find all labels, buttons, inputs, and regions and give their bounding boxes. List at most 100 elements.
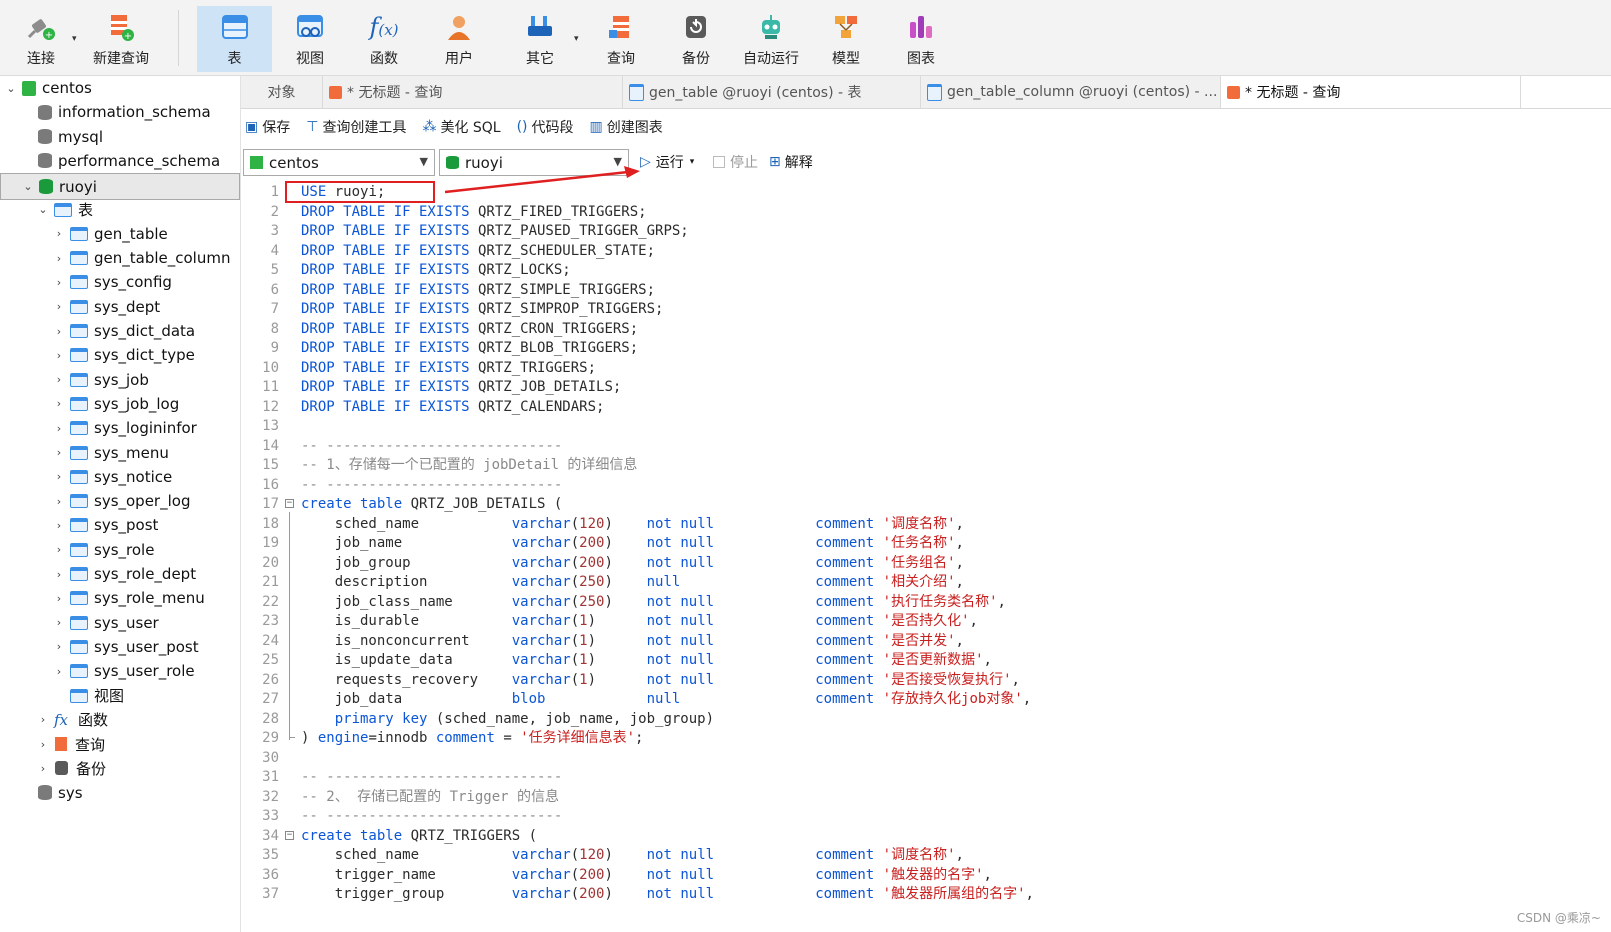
code-line[interactable]: 9 DROP TABLE IF EXISTS QRTZ_BLOB_TRIGGERS… bbox=[241, 339, 1611, 359]
code-line[interactable]: 4 DROP TABLE IF EXISTS QRTZ_SCHEDULER_STA… bbox=[241, 242, 1611, 262]
chevron-right-icon[interactable]: › bbox=[36, 738, 50, 751]
run-button[interactable]: ▷ 运行 ▾ bbox=[640, 152, 694, 172]
run-dropdown-icon[interactable]: ▾ bbox=[690, 157, 695, 167]
code-line[interactable]: 1 USE ruoyi; bbox=[241, 183, 1611, 203]
chevron-right-icon[interactable]: › bbox=[52, 446, 66, 459]
code-line[interactable]: 30 bbox=[241, 749, 1611, 769]
user-button[interactable]: 用户 bbox=[431, 6, 487, 72]
backup-button[interactable]: 备份 bbox=[668, 6, 724, 72]
code-line[interactable]: 19 job_name varchar(200) not null commen… bbox=[241, 534, 1611, 554]
explain-button[interactable]: ⊞ 解释 bbox=[769, 152, 813, 172]
code-line[interactable]: 22 job_class_name varchar(250) not null … bbox=[241, 593, 1611, 613]
chevron-right-icon[interactable]: › bbox=[52, 519, 66, 532]
code-line[interactable]: 3 DROP TABLE IF EXISTS QRTZ_PAUSED_TRIGGE… bbox=[241, 222, 1611, 242]
stop-button[interactable]: 停止 bbox=[713, 152, 758, 172]
view-button[interactable]: 视图 bbox=[282, 6, 338, 72]
table-button[interactable]: 表 bbox=[197, 6, 272, 72]
chevron-right-icon[interactable]: › bbox=[52, 397, 66, 410]
tree-table-sys-notice[interactable]: › sys_notice bbox=[0, 465, 240, 489]
chevron-right-icon[interactable]: › bbox=[52, 227, 66, 240]
chevron-right-icon[interactable]: › bbox=[52, 349, 66, 362]
chevron-down-icon[interactable]: ⌄ bbox=[4, 82, 18, 95]
code-line[interactable]: 2 DROP TABLE IF EXISTS QRTZ_FIRED_TRIGGER… bbox=[241, 203, 1611, 223]
fold-toggle-icon[interactable]: − bbox=[285, 499, 294, 508]
tree-table-sys-dict-type[interactable]: › sys_dict_type bbox=[0, 343, 240, 367]
tab-gen-table[interactable]: gen_table @ruoyi (centos) - 表 bbox=[623, 76, 921, 108]
code-line[interactable]: 25 is_update_data varchar(1) not null co… bbox=[241, 651, 1611, 671]
tree-table-sys-dept[interactable]: › sys_dept bbox=[0, 295, 240, 319]
other-dropdown-icon[interactable]: ▾ bbox=[574, 34, 579, 44]
code-line[interactable]: 24 is_nonconcurrent varchar(1) not null … bbox=[241, 632, 1611, 652]
code-line[interactable]: 12 DROP TABLE IF EXISTS QRTZ_CALENDARS; bbox=[241, 398, 1611, 418]
code-line[interactable]: 18 sched_name varchar(120) not null comm… bbox=[241, 515, 1611, 535]
chevron-right-icon[interactable]: › bbox=[52, 640, 66, 653]
tree-table-sys-user-post[interactable]: › sys_user_post bbox=[0, 635, 240, 659]
code-line[interactable]: 26 requests_recovery varchar(1) not null… bbox=[241, 671, 1611, 691]
chevron-right-icon[interactable]: › bbox=[36, 762, 50, 775]
chevron-down-icon[interactable]: ⌄ bbox=[21, 180, 35, 193]
connect-dropdown-icon[interactable]: ▾ bbox=[72, 34, 77, 44]
query-button[interactable]: 查询 bbox=[593, 6, 649, 72]
tree-table-gen-table[interactable]: › gen_table bbox=[0, 222, 240, 246]
chevron-right-icon[interactable]: › bbox=[36, 713, 50, 726]
code-line[interactable]: 15 -- 1、存储每一个已配置的 jobDetail 的详细信息 bbox=[241, 456, 1611, 476]
tree-table-sys-menu[interactable]: › sys_menu bbox=[0, 441, 240, 465]
beautify-sql-button[interactable]: ⁂ 美化 SQL bbox=[422, 117, 500, 137]
code-line[interactable]: 33 -- ---------------------------- bbox=[241, 807, 1611, 827]
code-snippet-button[interactable]: () 代码段 bbox=[517, 117, 574, 137]
chevron-right-icon[interactable]: › bbox=[52, 543, 66, 556]
tree-table-gen-table-column[interactable]: › gen_table_column bbox=[0, 246, 240, 270]
code-line[interactable]: 8 DROP TABLE IF EXISTS QRTZ_CRON_TRIGGERS… bbox=[241, 320, 1611, 340]
code-line[interactable]: 10 DROP TABLE IF EXISTS QRTZ_TRIGGERS; bbox=[241, 359, 1611, 379]
tree-table-sys-user-role[interactable]: › sys_user_role bbox=[0, 659, 240, 683]
tree-database-performance-schema[interactable]: performance_schema bbox=[0, 149, 240, 173]
tree-group-functions[interactable]: › fx 函数 bbox=[0, 708, 240, 732]
tree-database-mysql[interactable]: mysql bbox=[0, 125, 240, 149]
model-button[interactable]: 模型 bbox=[818, 6, 874, 72]
chevron-right-icon[interactable]: › bbox=[52, 276, 66, 289]
code-line[interactable]: 11 DROP TABLE IF EXISTS QRTZ_JOB_DETAILS; bbox=[241, 378, 1611, 398]
code-line[interactable]: 29) engine=innodb comment = '任务详细信息表'; bbox=[241, 729, 1611, 749]
chevron-right-icon[interactable]: › bbox=[52, 616, 66, 629]
chart-button[interactable]: 图表 bbox=[893, 6, 949, 72]
code-line[interactable]: 17− create table QRTZ_JOB_DETAILS ( bbox=[241, 495, 1611, 515]
code-line[interactable]: 31 -- ---------------------------- bbox=[241, 768, 1611, 788]
tree-group-queries[interactable]: › 查询 bbox=[0, 732, 240, 756]
tab-gen-table-column[interactable]: gen_table_column @ruoyi (centos) - ... bbox=[921, 76, 1221, 108]
other-button[interactable]: 其它 bbox=[512, 6, 568, 72]
tree-table-sys-role[interactable]: › sys_role bbox=[0, 538, 240, 562]
tree-group-views[interactable]: 视图 bbox=[0, 684, 240, 708]
tree-table-sys-dict-data[interactable]: › sys_dict_data bbox=[0, 319, 240, 343]
tree-table-sys-role-dept[interactable]: › sys_role_dept bbox=[0, 562, 240, 586]
chevron-right-icon[interactable]: › bbox=[52, 252, 66, 265]
tree-database-information-schema[interactable]: information_schema bbox=[0, 100, 240, 124]
chevron-right-icon[interactable]: › bbox=[52, 325, 66, 338]
connection-select[interactable]: centos ▼ bbox=[243, 149, 435, 176]
code-line[interactable]: 37 trigger_group varchar(200) not null c… bbox=[241, 885, 1611, 905]
code-line[interactable]: 13 bbox=[241, 417, 1611, 437]
code-line[interactable]: 14 -- ---------------------------- bbox=[241, 437, 1611, 457]
tree-database-sys[interactable]: sys bbox=[0, 781, 240, 805]
code-line[interactable]: 27 job_data blob null comment '存放持久化job对… bbox=[241, 690, 1611, 710]
tree-table-sys-post[interactable]: › sys_post bbox=[0, 513, 240, 537]
code-line[interactable]: 36 trigger_name varchar(200) not null co… bbox=[241, 866, 1611, 886]
tree-table-sys-oper-log[interactable]: › sys_oper_log bbox=[0, 489, 240, 513]
chevron-right-icon[interactable]: › bbox=[52, 422, 66, 435]
chevron-right-icon[interactable]: › bbox=[52, 300, 66, 313]
chevron-right-icon[interactable]: › bbox=[52, 592, 66, 605]
tab-untitled-query-2[interactable]: * 无标题 - 查询 bbox=[1221, 76, 1521, 108]
tree-table-sys-user[interactable]: › sys_user bbox=[0, 611, 240, 635]
database-select[interactable]: ruoyi ▼ bbox=[439, 149, 629, 176]
code-line[interactable]: 28 primary key (sched_name, job_name, jo… bbox=[241, 710, 1611, 730]
code-line[interactable]: 6 DROP TABLE IF EXISTS QRTZ_SIMPLE_TRIGGE… bbox=[241, 281, 1611, 301]
tab-objects[interactable]: 对象 bbox=[241, 76, 323, 108]
sql-editor[interactable]: 1 USE ruoyi; 2 DROP TABLE IF EXISTS QRTZ_FI… bbox=[241, 182, 1611, 932]
chevron-right-icon[interactable]: › bbox=[52, 373, 66, 386]
tree-group-tables[interactable]: ⌄ 表 bbox=[0, 198, 240, 222]
chevron-down-icon[interactable]: ⌄ bbox=[36, 203, 50, 216]
tab-untitled-query-1[interactable]: * 无标题 - 查询 bbox=[323, 76, 623, 108]
tree-table-sys-job[interactable]: › sys_job bbox=[0, 368, 240, 392]
tree-table-sys-role-menu[interactable]: › sys_role_menu bbox=[0, 586, 240, 610]
code-line[interactable]: 20 job_group varchar(200) not null comme… bbox=[241, 554, 1611, 574]
code-line[interactable]: 35 sched_name varchar(120) not null comm… bbox=[241, 846, 1611, 866]
